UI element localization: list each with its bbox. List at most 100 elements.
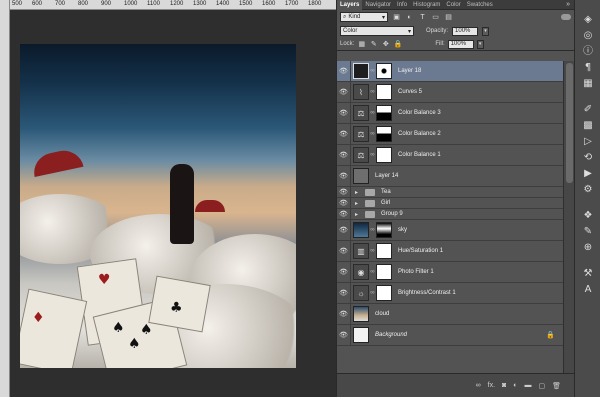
- link-icon[interactable]: ∞: [369, 110, 376, 116]
- eye-icon[interactable]: 👁: [337, 198, 351, 208]
- canvas-area[interactable]: 500 600 700 800 900 1000 1100 1200 1300 …: [0, 0, 336, 397]
- layer-mask-thumbnail[interactable]: [376, 222, 392, 238]
- left-ruler[interactable]: [0, 0, 10, 397]
- add-mask-icon[interactable]: ◙: [502, 382, 506, 389]
- lock-position-icon[interactable]: ✥: [381, 40, 390, 48]
- layer-row[interactable]: 👁 ⚖ ∞ Color Balance 3: [337, 103, 563, 124]
- layer-thumbnail[interactable]: [353, 222, 369, 238]
- eye-icon[interactable]: 👁: [337, 304, 351, 324]
- eye-icon[interactable]: 👁: [337, 283, 351, 303]
- history-icon[interactable]: ⟲: [582, 152, 594, 164]
- opacity-dropdown-icon[interactable]: ▾: [482, 26, 490, 36]
- eye-icon[interactable]: 👁: [337, 220, 351, 240]
- color-balance-icon[interactable]: ⚖: [353, 147, 369, 163]
- tab-navigator[interactable]: Navigator: [362, 0, 394, 10]
- layer-thumbnail[interactable]: [353, 63, 369, 79]
- link-layers-icon[interactable]: ∞: [476, 382, 481, 389]
- eye-icon[interactable]: 👁: [337, 61, 351, 81]
- link-icon[interactable]: ∞: [369, 131, 376, 137]
- layer-row[interactable]: 👁 ∞ Layer 18: [337, 61, 563, 82]
- eye-icon[interactable]: 👁: [337, 262, 351, 282]
- layer-mask-thumbnail[interactable]: [376, 285, 392, 301]
- opacity-input[interactable]: 100%: [452, 26, 479, 36]
- character-icon[interactable]: A: [582, 284, 594, 296]
- tab-swatches[interactable]: Swatches: [464, 0, 496, 10]
- layer-row[interactable]: 👁 ☼ ∞ Brightness/Contrast 1: [337, 283, 563, 304]
- layer-row[interactable]: 👁 ▥ ∞ Hue/Saturation 1: [337, 241, 563, 262]
- layers-panel-icon[interactable]: ◈: [582, 14, 594, 26]
- layer-name[interactable]: Tea: [381, 189, 391, 195]
- link-icon[interactable]: ∞: [369, 269, 376, 275]
- fill-dropdown-icon[interactable]: ▾: [476, 39, 484, 49]
- layer-name[interactable]: Color Balance 3: [398, 110, 441, 116]
- shape-filter-icon[interactable]: ▭: [431, 13, 440, 21]
- fx-icon[interactable]: fx.: [488, 382, 495, 389]
- layer-name[interactable]: cloud: [375, 311, 389, 317]
- layer-row[interactable]: 👁 Background 🔒: [337, 325, 563, 346]
- new-group-icon[interactable]: ▬: [524, 382, 531, 389]
- eye-icon[interactable]: 👁: [337, 241, 351, 261]
- swatch-icon[interactable]: ▩: [582, 120, 594, 132]
- link-icon[interactable]: ∞: [369, 68, 376, 74]
- color-balance-icon[interactable]: ⚖: [353, 126, 369, 142]
- link-icon[interactable]: ∞: [369, 227, 376, 233]
- layer-row[interactable]: 👁 Layer 14: [337, 166, 563, 187]
- brush-icon[interactable]: ✐: [582, 104, 594, 116]
- eye-icon[interactable]: 👁: [337, 325, 351, 345]
- fill-input[interactable]: 100%: [447, 39, 474, 49]
- layer-row[interactable]: 👁 ▸ Tea: [337, 187, 563, 198]
- eye-icon[interactable]: 👁: [337, 145, 351, 165]
- photo-filter-icon[interactable]: ◉: [353, 264, 369, 280]
- link-icon[interactable]: ∞: [369, 152, 376, 158]
- paragraph-icon[interactable]: ¶: [582, 62, 594, 74]
- layer-row[interactable]: 👁 ⚖ ∞ Color Balance 1: [337, 145, 563, 166]
- scrollbar-thumb[interactable]: [566, 63, 573, 183]
- hue-saturation-icon[interactable]: ▥: [353, 243, 369, 259]
- chevron-right-icon[interactable]: ▸: [355, 211, 361, 218]
- tab-color[interactable]: Color: [443, 0, 463, 10]
- layer-row[interactable]: 👁 ▸ Group 9: [337, 209, 563, 220]
- layer-name[interactable]: Layer 18: [398, 68, 421, 74]
- layer-mask-thumbnail[interactable]: [376, 84, 392, 100]
- styles-icon[interactable]: ❖: [582, 210, 594, 222]
- smart-object-filter-icon[interactable]: ▤: [444, 13, 453, 21]
- layer-mask-thumbnail[interactable]: [376, 105, 392, 121]
- adjustments-icon[interactable]: ▦: [582, 78, 594, 90]
- layer-name[interactable]: Color Balance 1: [398, 152, 441, 158]
- trash-icon[interactable]: 🗑: [552, 382, 561, 390]
- link-icon[interactable]: ∞: [369, 290, 376, 296]
- eye-icon[interactable]: 👁: [337, 187, 351, 197]
- layer-name[interactable]: Curves 5: [398, 89, 422, 95]
- layer-mask-thumbnail[interactable]: [376, 147, 392, 163]
- layer-thumbnail[interactable]: [353, 168, 369, 184]
- lock-transparent-icon[interactable]: ▦: [357, 40, 366, 48]
- adjustment-layer-icon[interactable]: ◐: [513, 382, 517, 389]
- panel-menu-icon[interactable]: »: [566, 1, 574, 8]
- layer-name[interactable]: Girl: [381, 200, 390, 206]
- filter-toggle[interactable]: [561, 14, 571, 20]
- eye-icon[interactable]: 👁: [337, 166, 351, 186]
- layer-name[interactable]: Hue/Saturation 1: [398, 248, 443, 254]
- info-icon[interactable]: ⓘ: [582, 46, 594, 58]
- brightness-contrast-icon[interactable]: ☼: [353, 285, 369, 301]
- layer-name[interactable]: Color Balance 2: [398, 131, 441, 137]
- layer-name[interactable]: Brightness/Contrast 1: [398, 290, 456, 296]
- eye-icon[interactable]: 👁: [337, 103, 351, 123]
- tab-info[interactable]: Info: [394, 0, 410, 10]
- clone-source-icon[interactable]: ⊕: [582, 242, 594, 254]
- properties-icon[interactable]: ⚙: [582, 184, 594, 196]
- layer-name[interactable]: Background: [375, 332, 407, 338]
- chevron-right-icon[interactable]: ▸: [355, 189, 361, 196]
- blend-mode-select[interactable]: Color ▾: [340, 26, 414, 36]
- tab-layers[interactable]: Layers: [337, 0, 363, 10]
- paths-icon[interactable]: ✎: [582, 226, 594, 238]
- eye-icon[interactable]: 👁: [337, 124, 351, 144]
- filter-kind-select[interactable]: ⌕ Kind ▾: [340, 12, 388, 22]
- new-layer-icon[interactable]: ▢: [538, 382, 545, 390]
- layer-name[interactable]: sky: [398, 227, 407, 233]
- type-filter-icon[interactable]: T: [418, 13, 427, 21]
- curves-icon[interactable]: ⌇: [353, 84, 369, 100]
- layer-thumbnail[interactable]: [353, 327, 369, 343]
- layer-row[interactable]: 👁 ▸ Girl: [337, 198, 563, 209]
- lock-all-icon[interactable]: 🔒: [393, 40, 402, 48]
